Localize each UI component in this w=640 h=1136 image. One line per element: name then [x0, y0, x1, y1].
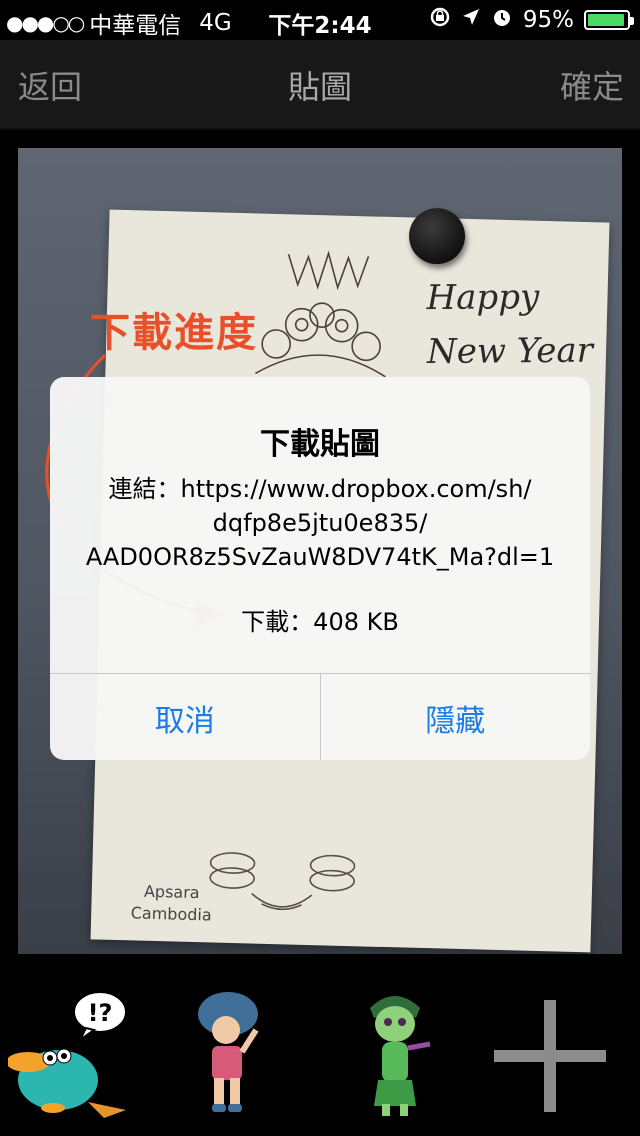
rotation-lock-icon	[429, 6, 451, 34]
alert-message-line: AAD0OR8z5SvZauW8DV74tK_Ma?dl=1	[85, 543, 555, 571]
battery-icon	[584, 10, 634, 30]
disgust-sticker[interactable]	[350, 988, 440, 1118]
location-arrow-icon	[461, 7, 481, 33]
boo-girl-sticker[interactable]	[190, 990, 270, 1118]
navigation-bar: 返回 貼圖 確定	[0, 40, 640, 130]
card-caption-line: Cambodia	[130, 903, 212, 925]
alert-title: 下載貼圖	[260, 427, 380, 462]
hide-button[interactable]: 隱藏	[319, 674, 591, 760]
card-greeting-line: New Year	[426, 330, 594, 373]
cancel-button[interactable]: 取消	[50, 674, 320, 760]
download-size: 下載：408 KB	[241, 608, 399, 636]
alert-message-line: 連結：https://www.dropbox.com/sh/	[108, 475, 532, 503]
card-greeting: Happy New Year	[426, 269, 607, 379]
alert-button-row: 取消 隱藏	[50, 673, 590, 760]
download-alert-dialog: 下載貼圖 連結：https://www.dropbox.com/sh/ dqfp…	[50, 377, 590, 760]
plus-icon-vertical-bar[interactable]	[544, 1000, 556, 1112]
fridge-magnet	[408, 207, 466, 265]
perry-platypus-sticker[interactable]: !?	[6, 990, 134, 1120]
alert-message: 連結：https://www.dropbox.com/sh/ dqfp8e5jt…	[60, 472, 580, 574]
card-greeting-line: Happy	[426, 277, 540, 319]
battery-level	[588, 14, 625, 26]
annotation-label: 下載進度	[90, 310, 258, 356]
page-title: 貼圖	[287, 68, 352, 106]
card-caption-line: Apsara	[143, 881, 200, 903]
status-bar: ●●●○○ 中華電信 4G 下午2:44 95%	[0, 0, 640, 40]
alarm-clock-icon	[491, 6, 513, 34]
alert-message-line: dqfp8e5jtu0e835/	[212, 509, 428, 537]
card-caption: Apsara Cambodia	[111, 880, 232, 927]
back-button[interactable]: 返回	[18, 62, 82, 108]
sticker-bubble-text: !?	[88, 999, 113, 1027]
done-button[interactable]: 確定	[560, 62, 624, 108]
battery-percent: 95%	[522, 7, 574, 33]
